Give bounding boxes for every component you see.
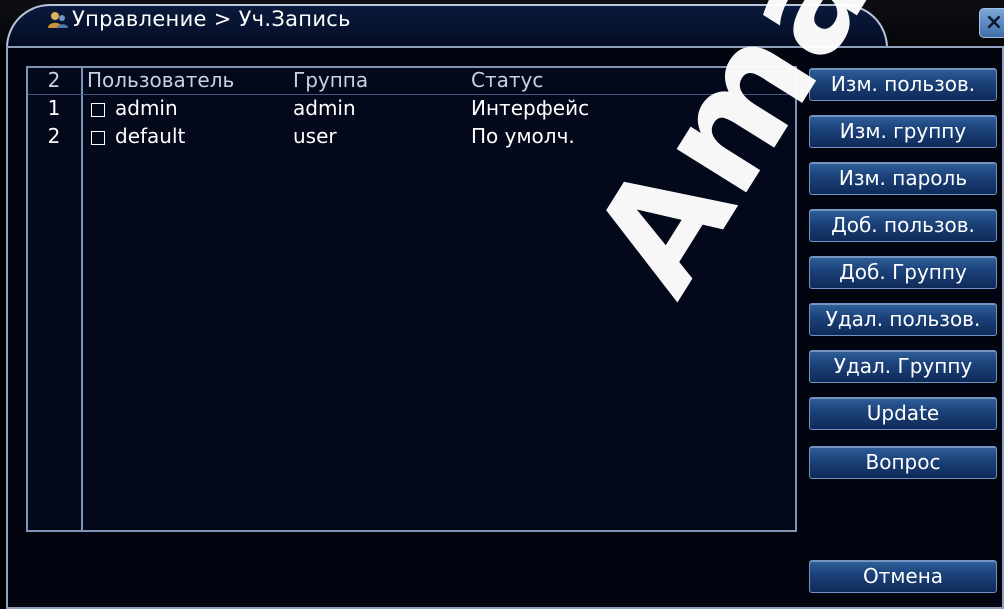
delete-group-button[interactable]: Удал. Группу — [809, 350, 997, 383]
column-header-user[interactable]: Пользователь — [87, 68, 234, 92]
edit-user-button[interactable]: Изм. пользов. — [809, 68, 997, 101]
column-separator — [81, 68, 83, 530]
close-button[interactable]: × — [979, 8, 1004, 38]
user-table: 2 Пользователь Группа Статус 1 admin adm… — [26, 66, 797, 532]
edit-group-button[interactable]: Изм. группу — [809, 115, 997, 148]
title-bar: Управление > Уч.Запись × — [0, 0, 1004, 48]
row-status: Интерфейс — [471, 96, 590, 120]
row-user: admin — [115, 96, 178, 120]
row-user: default — [115, 124, 186, 148]
cancel-button[interactable]: Отмена — [809, 560, 997, 593]
row-group: user — [293, 124, 337, 148]
column-header-group[interactable]: Группа — [293, 68, 368, 92]
header-divider — [28, 94, 795, 95]
row-count: 2 — [47, 68, 61, 92]
column-header-status[interactable]: Статус — [471, 68, 543, 92]
delete-user-button[interactable]: Удал. пользов. — [809, 303, 997, 336]
update-button[interactable]: Update — [809, 397, 997, 430]
row-group: admin — [293, 96, 356, 120]
add-group-button[interactable]: Доб. Группу — [809, 256, 997, 289]
row-checkbox[interactable] — [91, 131, 105, 145]
help-button[interactable]: Вопрос — [809, 446, 997, 479]
change-password-button[interactable]: Изм. пароль — [809, 162, 997, 195]
row-number: 2 — [47, 124, 61, 148]
row-checkbox[interactable] — [91, 103, 105, 117]
window-title: Управление > Уч.Запись — [72, 7, 351, 31]
row-number: 1 — [47, 96, 61, 120]
add-user-button[interactable]: Доб. пользов. — [809, 209, 997, 242]
users-icon — [48, 12, 68, 28]
row-status: По умолч. — [471, 124, 575, 148]
